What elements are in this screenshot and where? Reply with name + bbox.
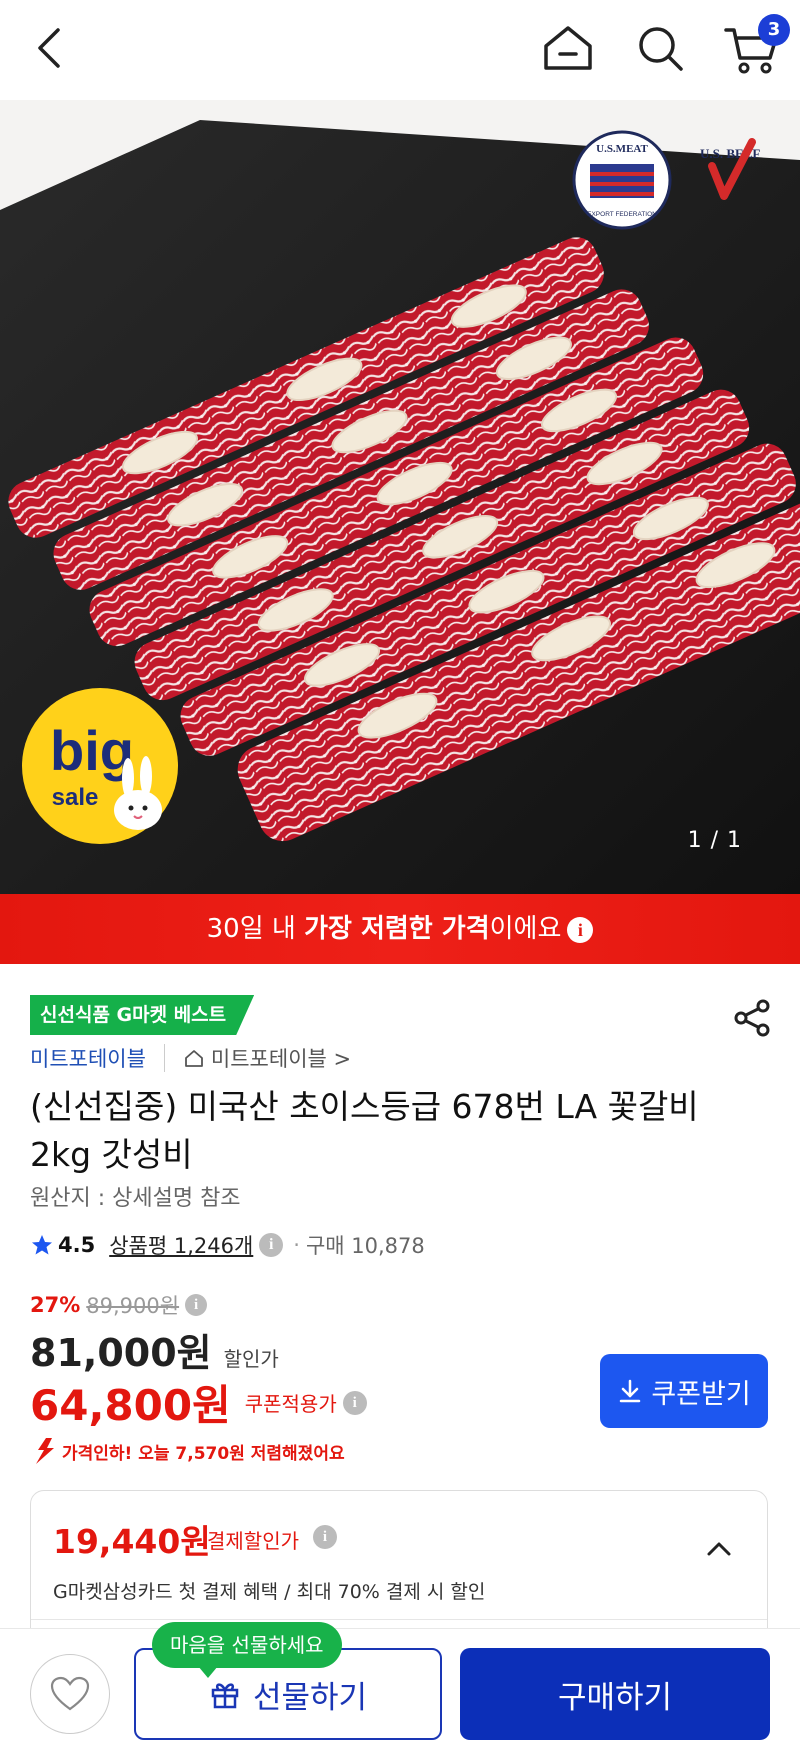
sale-price-row: 81,000원 할인가: [30, 1322, 279, 1377]
svg-text:sale: sale: [52, 784, 99, 811]
gift-icon: [211, 1683, 239, 1709]
shop-link-label: 미트포테이블 >: [210, 1047, 352, 1071]
usmeat-logo: U.S.MEAT EXPORT FEDERATION: [572, 130, 672, 230]
banner-suffix: 이에요: [489, 914, 562, 944]
shop-link[interactable]: 미트포테이블 >: [183, 1043, 351, 1073]
info-icon[interactable]: i: [567, 916, 594, 943]
svg-text:big: big: [50, 719, 134, 782]
purchase-count: 구매 10,878: [305, 1234, 425, 1258]
gift-tooltip: 마음을 선물하세요: [152, 1622, 342, 1678]
info-icon[interactable]: i: [259, 1233, 284, 1257]
info-icon[interactable]: i: [342, 1390, 367, 1415]
seller-name-link[interactable]: 미트포테이블: [30, 1043, 146, 1073]
image-counter: 1 / 1: [687, 828, 742, 853]
original-price: 89,900원: [86, 1294, 180, 1318]
coupon-price-label: 쿠폰적용가: [244, 1392, 337, 1416]
gift-button-label: 선물하기: [252, 1679, 368, 1716]
home-small-icon: [185, 1050, 203, 1067]
banner-prefix: 30일 내: [206, 914, 305, 944]
top-header: 3: [0, 0, 800, 100]
price-down-arrow-icon: [36, 1438, 54, 1464]
reviews-link[interactable]: 상품평 1,246개: [109, 1230, 253, 1260]
price-drop-notice: 가격인하! 오늘 7,570원 저렴해졌어요: [30, 1436, 345, 1466]
rating-row: 4.5 상품평 1,246개 i · 구매 10,878: [30, 1228, 425, 1262]
product-page: 3 U.S.MEAT EXPORT FEDERATION U.S. BEEF b…: [0, 0, 800, 1758]
payment-discount-price: 19,440원: [53, 1522, 211, 1561]
info-icon[interactable]: i: [185, 1294, 208, 1316]
info-icon[interactable]: i: [313, 1525, 337, 1549]
wishlist-button[interactable]: [30, 1654, 110, 1734]
star-icon: [32, 1235, 52, 1255]
product-origin: 원산지 : 상세설명 참조: [30, 1186, 241, 1211]
discount-percent: 27%: [30, 1293, 81, 1317]
cart-count-badge: 3: [758, 14, 790, 46]
product-image[interactable]: U.S.MEAT EXPORT FEDERATION U.S. BEEF big…: [0, 100, 800, 894]
coupon-price: 64,800원: [30, 1381, 231, 1430]
product-title: (신선집중) 미국산 초이스등급 678번 LA 꽃갈비 2kg 갓성비: [30, 1087, 699, 1174]
get-coupon-label: 쿠폰받기: [651, 1378, 751, 1410]
svg-text:U.S.MEAT: U.S.MEAT: [596, 143, 648, 155]
coupon-price-row: 64,800원 쿠폰적용가 i: [30, 1372, 367, 1433]
product-photo: U.S.MEAT EXPORT FEDERATION U.S. BEEF big…: [0, 100, 800, 894]
svg-text:EXPORT FEDERATION: EXPORT FEDERATION: [587, 211, 657, 218]
payment-discount-label: 결제할인가: [207, 1529, 299, 1553]
banner-highlight: 가장 저렴한 가격: [304, 914, 490, 944]
heart-icon: [50, 1676, 90, 1711]
payment-discount-description: G마켓삼성카드 첫 결제 혜택 / 최대 70% 결제 시 할인: [53, 1581, 486, 1603]
separator-dot: ·: [293, 1233, 300, 1257]
buy-button[interactable]: 구매하기: [460, 1648, 770, 1740]
lowest-price-banner[interactable]: 30일 내 가장 저렴한 가격이에요 i: [0, 894, 800, 964]
home-icon[interactable]: [538, 18, 598, 78]
big-sale-badge: big sale: [22, 688, 178, 844]
discount-row: 27% 89,900원 i: [30, 1290, 208, 1320]
best-badge: 신선식품 G마켓 베스트: [30, 995, 255, 1035]
chevron-up-icon[interactable]: [701, 1531, 737, 1567]
price-drop-text: 가격인하! 오늘 7,570원 저렴해졌어요: [62, 1443, 345, 1464]
seller-row: 미트포테이블 미트포테이블 >: [30, 1042, 351, 1074]
share-icon[interactable]: [730, 996, 774, 1040]
search-icon[interactable]: [630, 18, 690, 78]
divider: [163, 1044, 165, 1072]
back-icon[interactable]: [22, 18, 82, 78]
sale-price-label: 할인가: [223, 1347, 279, 1371]
download-icon: [620, 1379, 641, 1403]
sale-price: 81,000원: [30, 1331, 212, 1375]
buy-button-label: 구매하기: [557, 1679, 673, 1716]
rating-score: 4.5: [58, 1233, 96, 1257]
price-block: 27% 89,900원 i: [30, 1290, 208, 1320]
get-coupon-button[interactable]: 쿠폰받기: [600, 1354, 768, 1428]
divider: [31, 1619, 767, 1620]
